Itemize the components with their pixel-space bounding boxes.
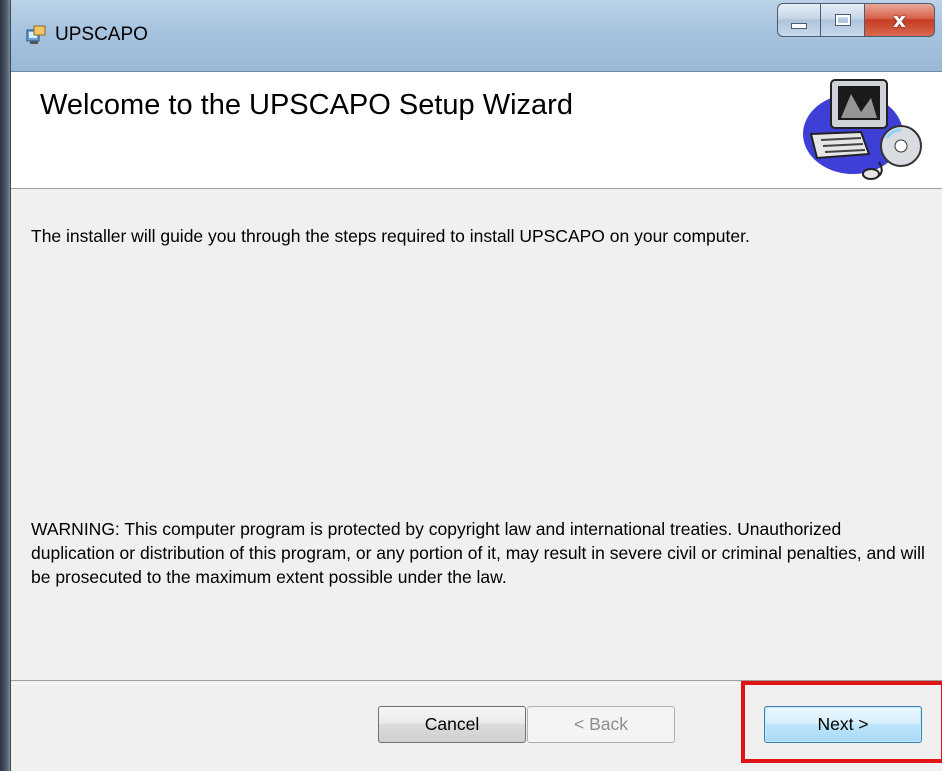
setup-window: UPSCAPO x Welcome to the UPSCAPO Setup W… xyxy=(10,0,942,771)
window-title: UPSCAPO xyxy=(55,24,148,45)
installer-icon xyxy=(26,25,46,44)
close-icon: x xyxy=(893,8,906,32)
caption-buttons: x xyxy=(777,3,935,39)
minimize-icon xyxy=(791,23,807,29)
wizard-body: The installer will guide you through the… xyxy=(11,189,942,681)
background-edge xyxy=(0,0,10,771)
wizard-header: Welcome to the UPSCAPO Setup Wizard xyxy=(11,72,942,189)
intro-text: The installer will guide you through the… xyxy=(31,226,750,246)
page-title: Welcome to the UPSCAPO Setup Wizard xyxy=(40,89,573,121)
next-button-highlight xyxy=(741,681,942,763)
minimize-button[interactable] xyxy=(777,3,821,37)
title-bar[interactable]: UPSCAPO x xyxy=(11,0,942,72)
back-button[interactable]: < Back xyxy=(527,706,675,743)
cancel-button[interactable]: Cancel xyxy=(378,706,526,743)
computer-setup-icon xyxy=(803,79,922,180)
maximize-icon xyxy=(834,14,851,26)
maximize-button[interactable] xyxy=(821,3,865,37)
copyright-warning: WARNING: This computer program is protec… xyxy=(31,519,925,587)
close-button[interactable]: x xyxy=(865,3,935,37)
